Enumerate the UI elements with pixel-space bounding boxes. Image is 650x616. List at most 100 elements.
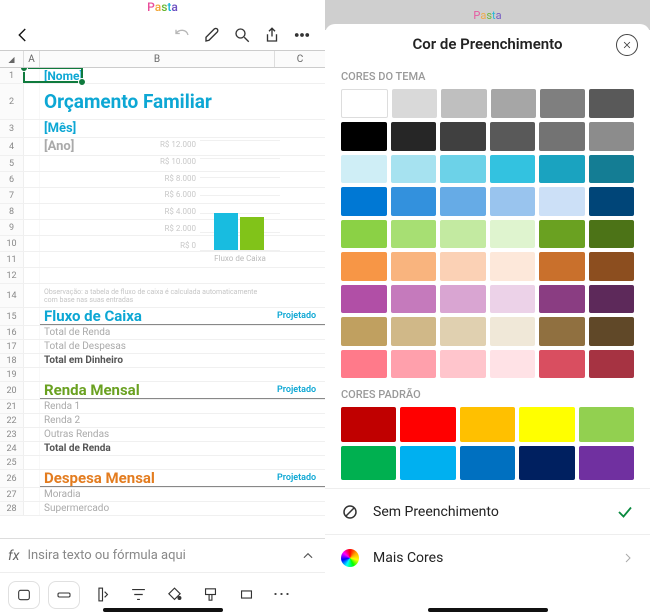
theme-swatch[interactable] xyxy=(441,89,486,118)
standard-swatch[interactable] xyxy=(400,407,455,442)
theme-swatch[interactable] xyxy=(490,317,536,345)
theme-swatch[interactable] xyxy=(341,89,388,118)
row-number[interactable]: 24 xyxy=(0,442,24,455)
cell-total-renda[interactable]: Total de Renda xyxy=(44,327,110,338)
cell-moradia[interactable]: Moradia xyxy=(44,489,81,500)
theme-swatch[interactable] xyxy=(440,350,486,378)
theme-swatch[interactable] xyxy=(589,350,635,378)
theme-swatch[interactable] xyxy=(341,350,387,378)
theme-swatch[interactable] xyxy=(341,317,387,345)
standard-swatch[interactable] xyxy=(341,407,396,442)
cell-renda-mensal[interactable]: Renda Mensal xyxy=(44,381,140,399)
cell-outras-rendas[interactable]: Outras Rendas xyxy=(44,429,109,440)
theme-swatch[interactable] xyxy=(490,252,536,280)
format-button[interactable] xyxy=(196,581,224,609)
close-button[interactable] xyxy=(616,34,638,56)
row-number[interactable]: 23 xyxy=(0,428,24,441)
column-tool-button[interactable] xyxy=(88,581,116,609)
cell-renda2[interactable]: Renda 2 xyxy=(44,415,80,426)
theme-swatch[interactable] xyxy=(440,252,486,280)
row-number[interactable]: 25 xyxy=(0,456,24,469)
cell-mes[interactable]: [Mês] xyxy=(44,121,76,136)
column-header-C[interactable]: C xyxy=(275,51,325,67)
row-number[interactable]: 20 xyxy=(0,382,24,399)
cell-fluxo[interactable]: Fluxo de Caixa xyxy=(44,307,142,325)
theme-swatch[interactable] xyxy=(440,122,486,150)
cell-ano[interactable]: [Ano] xyxy=(44,139,74,154)
filter-button[interactable] xyxy=(124,581,152,609)
row-number[interactable]: 5 xyxy=(0,156,24,171)
theme-swatch[interactable] xyxy=(341,252,387,280)
standard-swatch[interactable] xyxy=(460,407,515,442)
theme-swatch[interactable] xyxy=(391,252,437,280)
no-fill-row[interactable]: Sem Preenchimento xyxy=(325,488,650,534)
back-button[interactable] xyxy=(8,20,38,50)
fill-color-button[interactable] xyxy=(160,581,188,609)
formula-input[interactable]: Insira texto ou fórmula aqui xyxy=(27,548,291,563)
cell-projetado[interactable]: Projetado xyxy=(277,385,316,395)
row-number[interactable]: 2 xyxy=(0,84,24,119)
more-button[interactable] xyxy=(287,20,317,50)
cell-renda1[interactable]: Renda 1 xyxy=(44,401,80,412)
chart-fluxo[interactable]: R$ 12.000 R$ 10.000 R$ 8.000 R$ 6.000 R$… xyxy=(150,140,290,280)
theme-swatch[interactable] xyxy=(539,187,585,215)
row-view-button[interactable] xyxy=(48,581,80,609)
row-number[interactable]: 18 xyxy=(0,354,24,367)
theme-swatch[interactable] xyxy=(539,317,585,345)
theme-swatch[interactable] xyxy=(440,285,486,313)
theme-swatch[interactable] xyxy=(391,220,437,248)
theme-swatch[interactable] xyxy=(589,285,635,313)
sheet-grid[interactable]: 1 [Nome] 2 Orçamento Familiar 3 [Mês] 4 … xyxy=(0,68,325,538)
row-number[interactable]: 16 xyxy=(0,326,24,339)
column-header-B[interactable]: B xyxy=(40,51,275,67)
search-button[interactable] xyxy=(227,20,257,50)
cell-projetado[interactable]: Projetado xyxy=(277,311,316,321)
theme-swatch[interactable] xyxy=(391,155,437,183)
row-number[interactable]: 21 xyxy=(0,400,24,413)
theme-swatch[interactable] xyxy=(391,187,437,215)
row-number[interactable]: 6 xyxy=(0,172,24,187)
standard-swatch[interactable] xyxy=(579,407,634,442)
cell-total-dinheiro[interactable]: Total em Dinheiro xyxy=(44,355,123,366)
standard-swatch[interactable] xyxy=(460,446,515,481)
title-orcamento[interactable]: Orçamento Familiar xyxy=(44,90,212,113)
row-number[interactable]: 15 xyxy=(0,308,24,325)
theme-swatch[interactable] xyxy=(540,89,585,118)
standard-swatch[interactable] xyxy=(519,407,574,442)
row-number[interactable]: 12 xyxy=(0,268,24,283)
row-number[interactable]: 14 xyxy=(0,284,24,307)
theme-swatch[interactable] xyxy=(490,285,536,313)
theme-swatch[interactable] xyxy=(589,89,634,118)
column-header-A[interactable]: A xyxy=(24,51,40,67)
cell-obs[interactable]: Observação: a tabela de fluxo de caixa é… xyxy=(44,288,271,304)
theme-swatch[interactable] xyxy=(490,350,536,378)
row-number[interactable]: 22 xyxy=(0,414,24,427)
theme-swatch[interactable] xyxy=(440,155,486,183)
theme-swatch[interactable] xyxy=(589,220,635,248)
theme-swatch[interactable] xyxy=(440,317,486,345)
share-button[interactable] xyxy=(257,20,287,50)
row-number[interactable]: 19 xyxy=(0,368,24,381)
theme-swatch[interactable] xyxy=(490,155,536,183)
theme-swatch[interactable] xyxy=(341,220,387,248)
cell-button[interactable] xyxy=(232,581,260,609)
row-number[interactable]: 10 xyxy=(0,236,24,251)
theme-swatch[interactable] xyxy=(539,122,585,150)
draw-button[interactable] xyxy=(197,20,227,50)
row-number[interactable]: 27 xyxy=(0,488,24,501)
row-number[interactable]: 9 xyxy=(0,220,24,235)
theme-swatch[interactable] xyxy=(490,220,536,248)
row-number[interactable]: 28 xyxy=(0,502,24,515)
undo-button[interactable] xyxy=(167,20,197,50)
theme-swatch[interactable] xyxy=(589,122,635,150)
cell-total-renda2[interactable]: Total de Renda xyxy=(44,443,111,454)
standard-swatch[interactable] xyxy=(400,446,455,481)
card-view-button[interactable] xyxy=(8,581,40,609)
theme-swatch[interactable] xyxy=(539,350,585,378)
row-number[interactable]: 26 xyxy=(0,470,24,487)
cell-total-despesas[interactable]: Total de Despesas xyxy=(44,341,126,352)
more-colors-row[interactable]: Mais Cores xyxy=(325,534,650,580)
theme-swatch[interactable] xyxy=(440,220,486,248)
more-tools-button[interactable]: ⋯ xyxy=(268,581,296,609)
expand-formula-icon[interactable] xyxy=(299,549,317,563)
